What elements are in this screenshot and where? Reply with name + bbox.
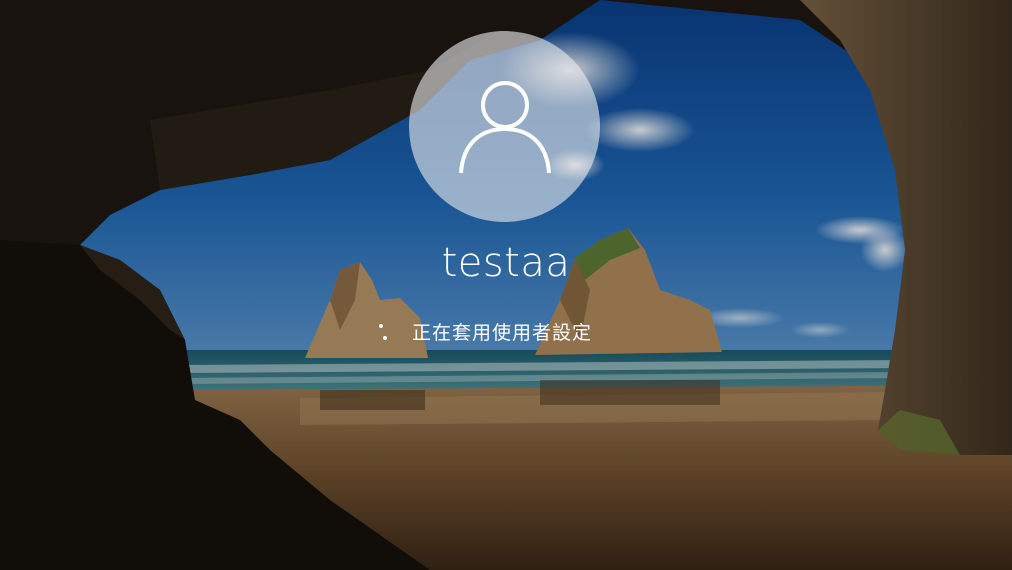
user-icon (458, 80, 551, 173)
lock-screen: testaa 正在套用使用者設定 (0, 0, 1012, 570)
status-row: 正在套用使用者設定 (370, 316, 592, 346)
user-avatar (409, 31, 600, 222)
loading-spinner-icon (370, 319, 394, 343)
username-label: testaa (441, 240, 571, 286)
status-text: 正在套用使用者設定 (412, 321, 593, 344)
